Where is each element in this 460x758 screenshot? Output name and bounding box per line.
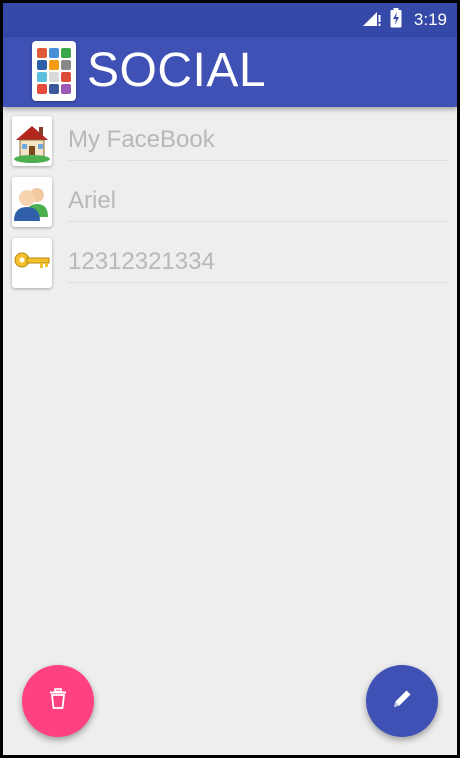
signal-icon	[362, 9, 382, 31]
battery-charging-icon	[390, 8, 402, 32]
users-icon	[12, 177, 52, 227]
trash-icon	[48, 688, 68, 714]
pencil-icon	[391, 688, 413, 714]
key-icon	[12, 238, 52, 288]
app-screen: 3:19 SOCIAL My FaceBook Ariel 1231232133…	[3, 3, 457, 755]
social-apps-logo	[32, 41, 76, 101]
list-item-label: Ariel	[68, 184, 449, 222]
delete-button[interactable]	[22, 665, 94, 737]
account-list: My FaceBook Ariel 12312321334	[3, 113, 457, 296]
list-item-label: My FaceBook	[68, 123, 449, 161]
list-item[interactable]: Ariel	[3, 174, 457, 235]
house-icon	[12, 116, 52, 166]
status-icons: 3:19	[362, 8, 447, 32]
status-time: 3:19	[413, 10, 447, 29]
status-bar: 3:19	[3, 3, 457, 37]
app-title: SOCIAL	[87, 44, 267, 97]
edit-button[interactable]	[366, 665, 438, 737]
list-item-label: 12312321334	[68, 245, 449, 283]
list-item[interactable]: 12312321334	[3, 235, 457, 296]
list-item[interactable]: My FaceBook	[3, 113, 457, 174]
app-bar: SOCIAL	[3, 37, 457, 107]
